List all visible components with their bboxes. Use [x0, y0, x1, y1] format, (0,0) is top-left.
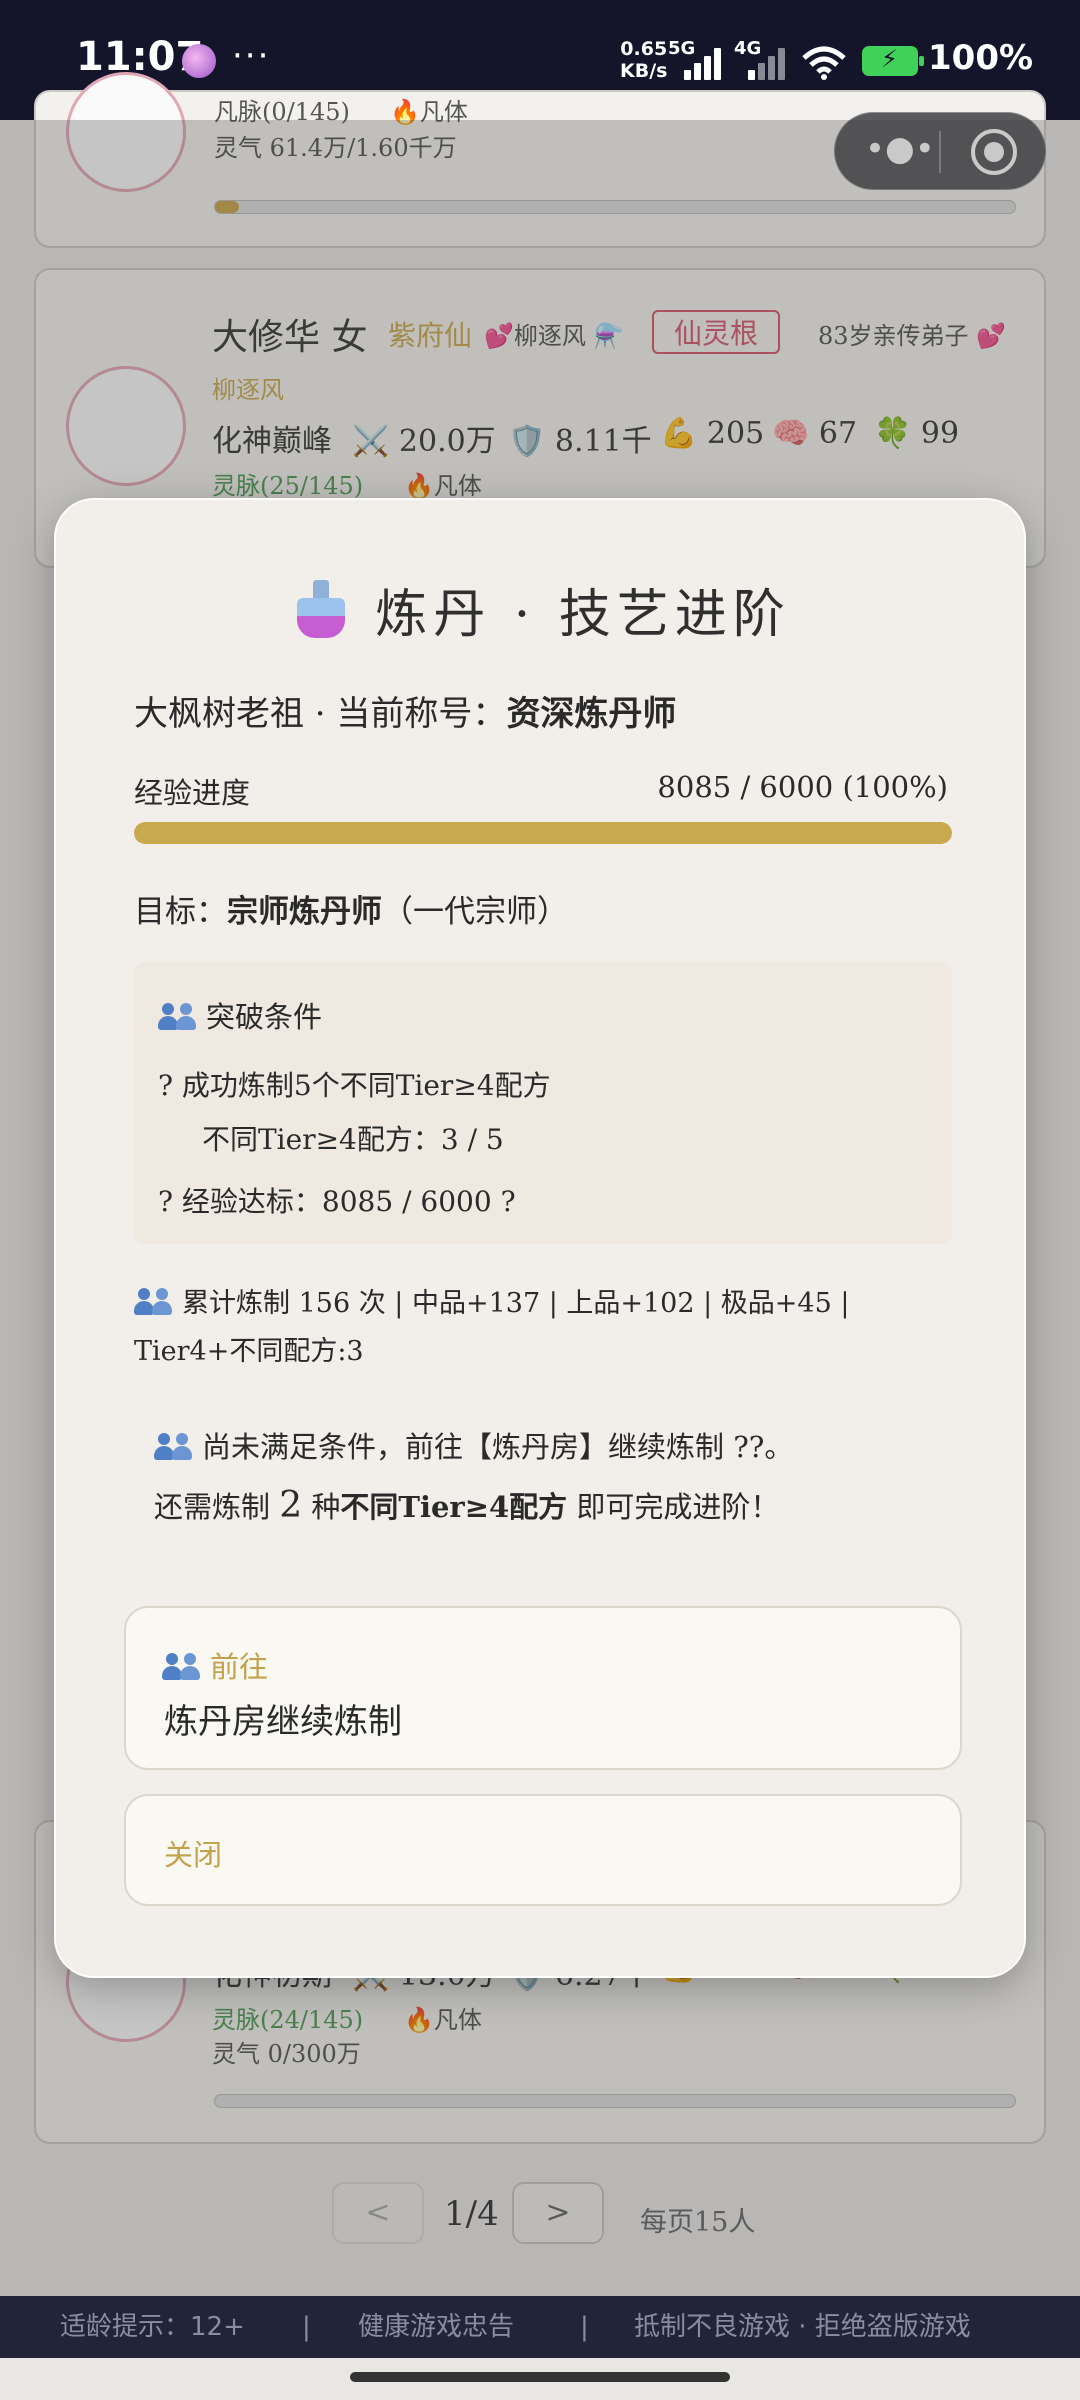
skill-advance-dialog: 炼丹 · 技艺进阶 大枫树老祖 · 当前称号：资深炼丹师 经验进度 8085 /… [54, 498, 1026, 1978]
exp-progress-bar [134, 822, 952, 844]
exp-progress-fill [134, 822, 952, 844]
more-notifications-icon: ··· [232, 36, 271, 76]
signal-icon-2 [748, 48, 792, 80]
people-icon [162, 1653, 202, 1681]
exp-label: 经验进度 [134, 776, 251, 810]
condition-recipes-progress: 不同Tier≥4配方：3 / 5 [202, 1123, 504, 1156]
go-alchemy-room-button[interactable]: 前往 炼丹房继续炼制 [124, 1606, 962, 1770]
target-line: 目标：宗师炼丹师（一代宗师） [134, 894, 568, 930]
current-title: 资深炼丹师 [506, 694, 677, 734]
app-notification-icon [182, 44, 216, 78]
battery-percent: 100% [928, 38, 1034, 78]
go-button-label: 炼丹房继续炼制 [164, 1702, 402, 1742]
notice-unmet: 尚未满足条件，前往【炼丹房】继续炼制 ??。 [154, 1424, 793, 1466]
network-speed-unit: KB/s [620, 60, 668, 82]
battery-icon: ⚡ [862, 45, 924, 76]
people-icon [134, 1288, 174, 1316]
craft-stats: 累计炼制 156 次 | 中品+137 | 上品+102 | 极品+45 | T… [134, 1288, 850, 1367]
close-button-label: 关闭 [164, 1838, 223, 1872]
network-speed-value: 0.65 [620, 38, 668, 60]
network-speed: 0.65 KB/s [620, 38, 667, 82]
close-button[interactable]: 关闭 [124, 1794, 962, 1906]
age-rating: 适龄提示：12+ [60, 2312, 245, 2342]
current-title-line: 大枫树老祖 · 当前称号：资深炼丹师 [134, 694, 677, 734]
wifi-icon [802, 46, 846, 80]
conditions-heading: 突破条件 [158, 994, 322, 1036]
condition-recipes: ? 成功炼制5个不同Tier≥4配方 [158, 1069, 551, 1102]
signal-icon [684, 48, 728, 80]
home-indicator[interactable] [350, 2372, 730, 2382]
notice-remaining: 还需炼制 2 种不同Tier≥4配方 即可完成进阶！ [154, 1485, 780, 1526]
footer-notice: 适龄提示：12+ | 健康游戏忠告 | 抵制不良游戏 · 拒绝盗版游戏 [0, 2296, 1080, 2358]
exp-value: 8085 / 6000 (100%) [657, 770, 948, 804]
flask-icon [293, 580, 349, 640]
target-title: 宗师炼丹师 [227, 894, 382, 930]
condition-exp: ? 经验达标：8085 / 6000 ? [158, 1185, 516, 1218]
people-icon [158, 1003, 198, 1031]
breakthrough-conditions: 突破条件 ? 成功炼制5个不同Tier≥4配方 不同Tier≥4配方：3 / 5… [134, 962, 952, 1244]
remaining-count: 2 [279, 1485, 303, 1526]
people-icon [154, 1433, 194, 1461]
health-advice: 健康游戏忠告 [358, 2312, 515, 2342]
anti-piracy-notice: 抵制不良游戏 · 拒绝盗版游戏 [634, 2312, 971, 2342]
dialog-title: 炼丹 · 技艺进阶 [56, 572, 1028, 647]
